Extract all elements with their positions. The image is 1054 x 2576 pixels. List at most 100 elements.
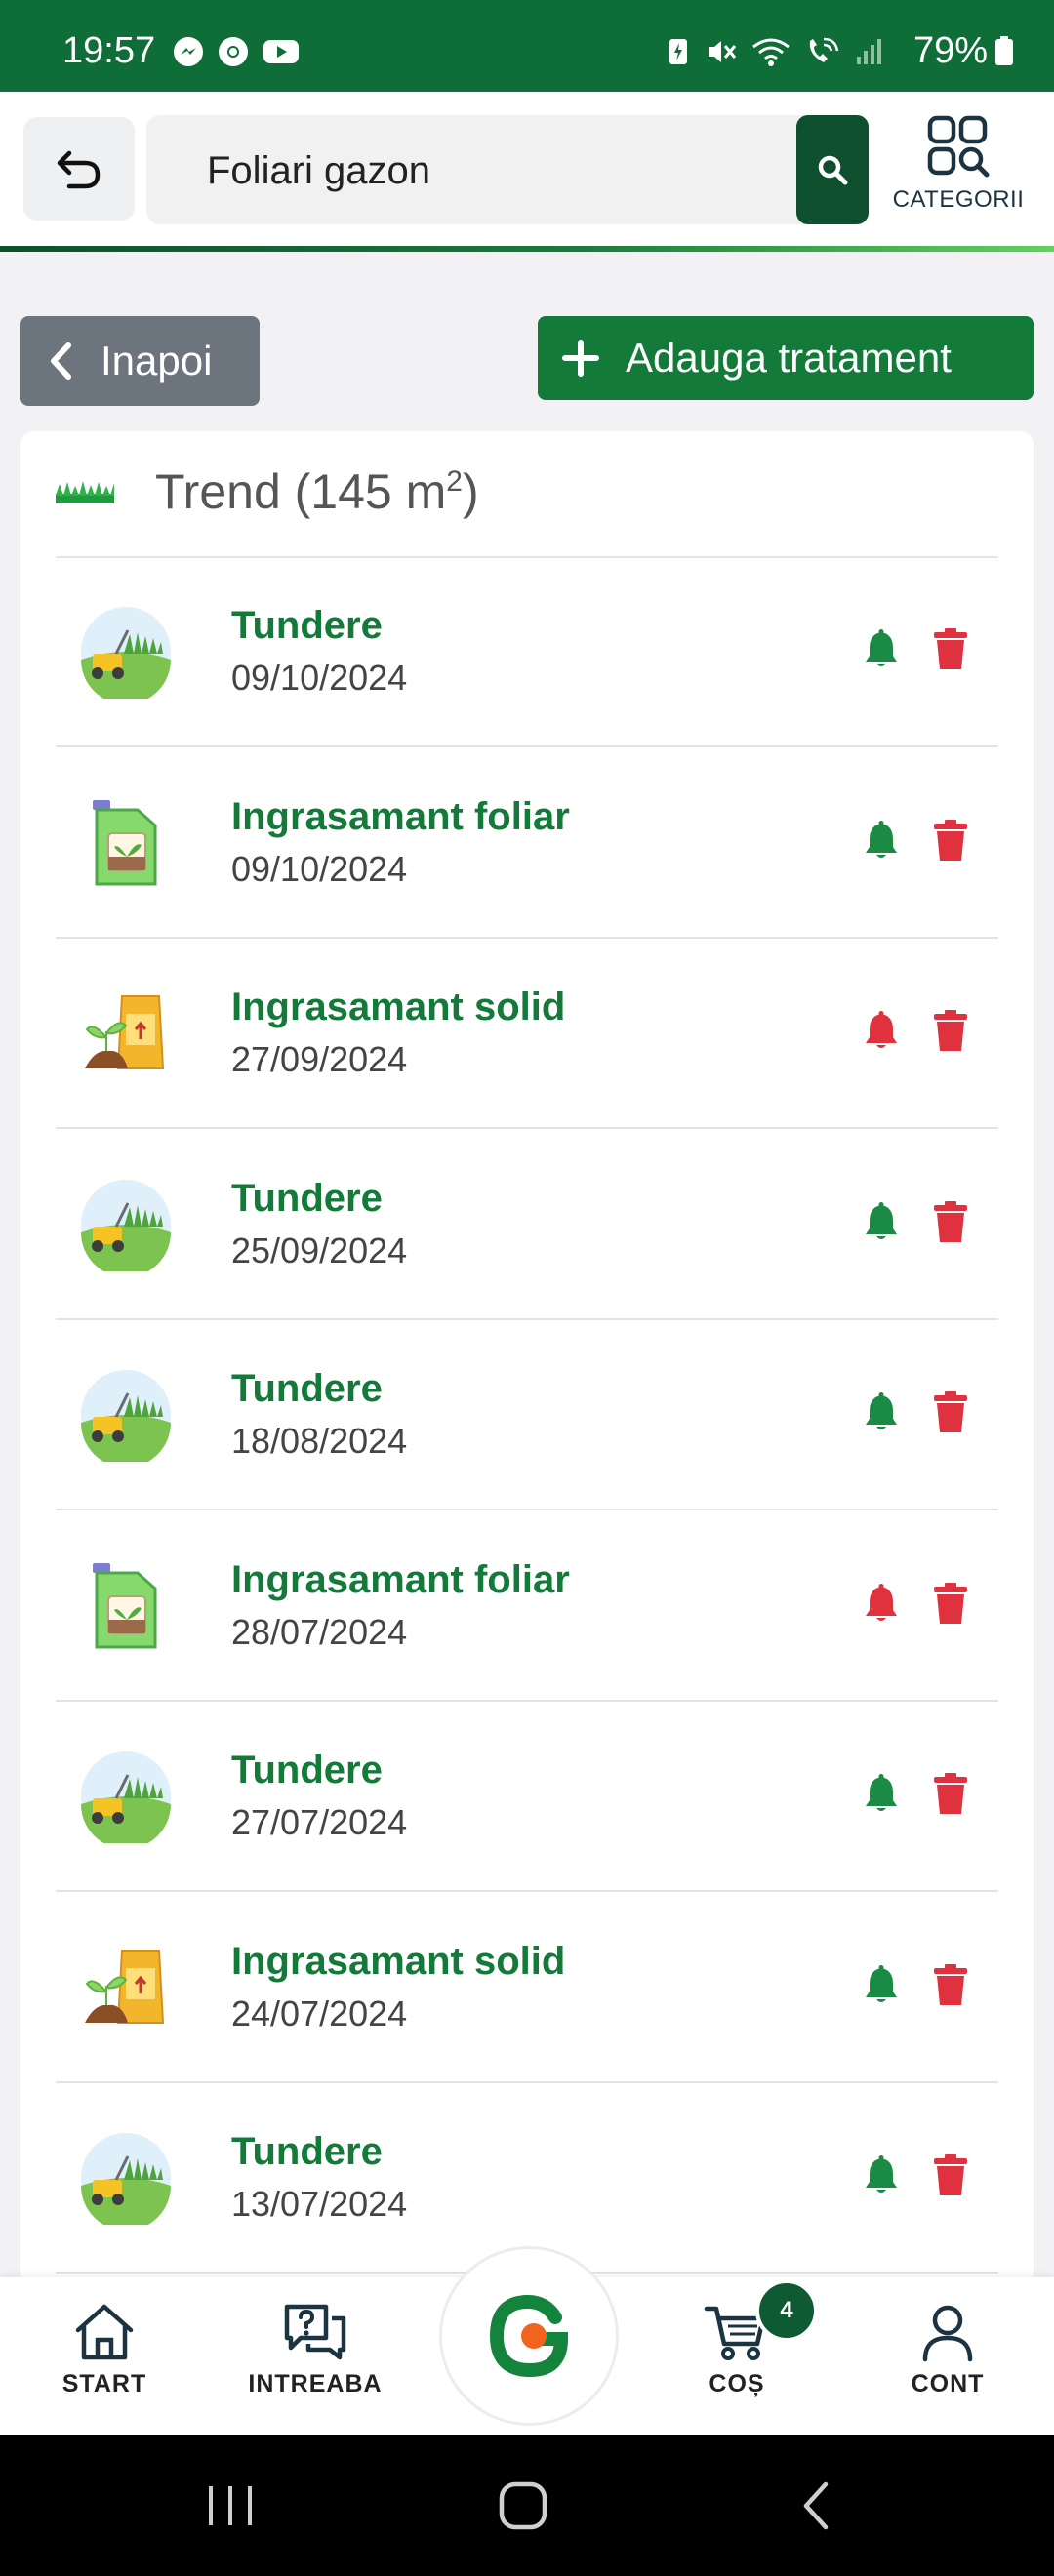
bell-icon[interactable] [862, 1010, 901, 1056]
treatment-date: 27/07/2024 [231, 1802, 408, 1842]
user-icon [922, 2305, 973, 2362]
signal-icon [857, 39, 881, 64]
mower-icon [79, 605, 173, 704]
bell-icon[interactable] [862, 820, 901, 865]
undo-arrow-icon [57, 150, 101, 189]
nav-account-label: CONT [911, 2370, 985, 2397]
liquid-fertilizer-icon [79, 796, 173, 890]
undo-back-button[interactable] [23, 117, 135, 221]
header-accent-line [0, 246, 1054, 252]
nav-account[interactable]: CONT [865, 2301, 1031, 2398]
bell-icon[interactable] [862, 1583, 901, 1629]
search-input[interactable] [205, 115, 755, 226]
treatments-card: Trend (145 m2) Tundere 09/10/2024 Ingrasam… [20, 431, 1034, 2285]
treatment-row[interactable]: Tundere 27/07/2024 [56, 1701, 998, 1892]
chrome-icon [219, 37, 248, 66]
home-icon [75, 2304, 134, 2360]
liquid-fertilizer-icon [79, 1559, 173, 1653]
wifi-call-icon [809, 37, 839, 62]
back-system-icon[interactable] [796, 2480, 835, 2531]
treatment-name: Ingrasamant foliar [231, 1557, 570, 1601]
treatment-row[interactable]: Ingrasamant solid 27/09/2024 [56, 938, 998, 1129]
add-treatment-button[interactable]: Adauga tratament [538, 316, 1034, 400]
mower-icon [79, 1178, 173, 1277]
garden-title-suffix: ) [462, 464, 479, 519]
back-button[interactable]: Inapoi [20, 316, 260, 406]
treatment-date: 27/09/2024 [231, 1039, 408, 1079]
nav-ask-label: INTREABA [248, 2370, 383, 2397]
treatment-name: Ingrasamant foliar [231, 794, 570, 838]
system-nav-bar [0, 2435, 1054, 2576]
bell-icon[interactable] [862, 1964, 901, 2010]
battery-icon [995, 36, 1013, 65]
trash-icon[interactable] [932, 1963, 969, 2010]
status-bar: 19:57 79% [0, 0, 1054, 92]
mower-icon [79, 1750, 173, 1849]
back-button-label: Inapoi [101, 338, 213, 383]
categories-label: CATEGORII [892, 186, 1025, 213]
trash-icon[interactable] [932, 1773, 969, 1819]
treatment-row[interactable]: Ingrasamant foliar 09/10/2024 [56, 747, 998, 939]
bell-icon[interactable] [862, 628, 901, 674]
app-logo-button[interactable] [439, 2246, 619, 2426]
treatment-row[interactable]: Ingrasamant solid 24/07/2024 [56, 1892, 998, 2083]
wifi-icon [752, 38, 790, 66]
trash-icon[interactable] [932, 1010, 969, 1056]
treatment-name: Tundere [231, 604, 383, 647]
trash-icon[interactable] [932, 1391, 969, 1437]
treatment-row[interactable]: Tundere 13/07/2024 [56, 2082, 998, 2274]
youtube-icon [264, 40, 299, 63]
search-icon [818, 155, 848, 185]
treatment-row[interactable]: Tundere 09/10/2024 [56, 556, 998, 747]
treatment-name: Tundere [231, 1176, 383, 1220]
categories-button[interactable]: CATEGORII [884, 115, 1033, 228]
treatment-name: Ingrasamant solid [231, 1939, 566, 1983]
nav-ask[interactable]: INTREABA [232, 2301, 398, 2398]
trash-icon[interactable] [932, 2154, 969, 2200]
treatment-date: 25/09/2024 [231, 1229, 408, 1270]
system-icons [666, 35, 886, 68]
status-time: 19:57 [62, 30, 156, 71]
cart-count-badge: 4 [755, 2279, 818, 2342]
bell-icon[interactable] [862, 2154, 901, 2200]
garden-title: Trend (145 m2) [155, 461, 479, 523]
search-button[interactable] [796, 115, 869, 224]
battery-percent: 79% [912, 30, 988, 71]
treatment-row[interactable]: Ingrasamant foliar 28/07/2024 [56, 1510, 998, 1702]
trash-icon[interactable] [932, 628, 969, 674]
messenger-icon [174, 37, 203, 66]
app-logo-icon [489, 2294, 569, 2378]
top-bar: CATEGORII [0, 92, 1054, 248]
treatment-name: Tundere [231, 2130, 383, 2173]
bell-icon[interactable] [862, 1201, 901, 1247]
nav-start[interactable]: START [21, 2301, 187, 2398]
treatment-date: 18/08/2024 [231, 1421, 408, 1461]
garden-title-superscript: 2 [446, 465, 463, 498]
home-system-icon[interactable] [496, 2480, 550, 2531]
treatment-name: Tundere [231, 1749, 383, 1791]
treatment-date: 09/10/2024 [231, 848, 408, 889]
treatment-row[interactable]: Tundere 25/09/2024 [56, 1129, 998, 1320]
battery-indicator: 79% [913, 31, 1015, 70]
trash-icon[interactable] [932, 1200, 969, 1247]
bell-icon[interactable] [862, 1391, 901, 1437]
treatment-date: 24/07/2024 [231, 1992, 408, 2033]
solid-fertilizer-icon [79, 1941, 173, 2034]
add-treatment-label: Adauga tratament [626, 335, 952, 381]
treatment-row[interactable]: Tundere 18/08/2024 [56, 1319, 998, 1510]
search-field[interactable] [146, 115, 869, 226]
notification-icons [172, 35, 301, 68]
trash-icon[interactable] [932, 819, 969, 865]
garden-title-text: Trend (145 m [155, 464, 447, 519]
solid-fertilizer-icon [79, 986, 173, 1080]
nav-start-label: START [61, 2370, 147, 2397]
grass-icon [56, 481, 114, 503]
bell-icon[interactable] [862, 1773, 901, 1819]
recents-icon[interactable] [201, 2480, 260, 2531]
mower-icon [79, 2131, 173, 2231]
battery-saver-icon [669, 39, 687, 64]
trash-icon[interactable] [932, 1582, 969, 1629]
mower-icon [79, 1368, 173, 1468]
chevron-left-icon [51, 342, 71, 380]
treatment-name: Ingrasamant solid [231, 986, 566, 1028]
